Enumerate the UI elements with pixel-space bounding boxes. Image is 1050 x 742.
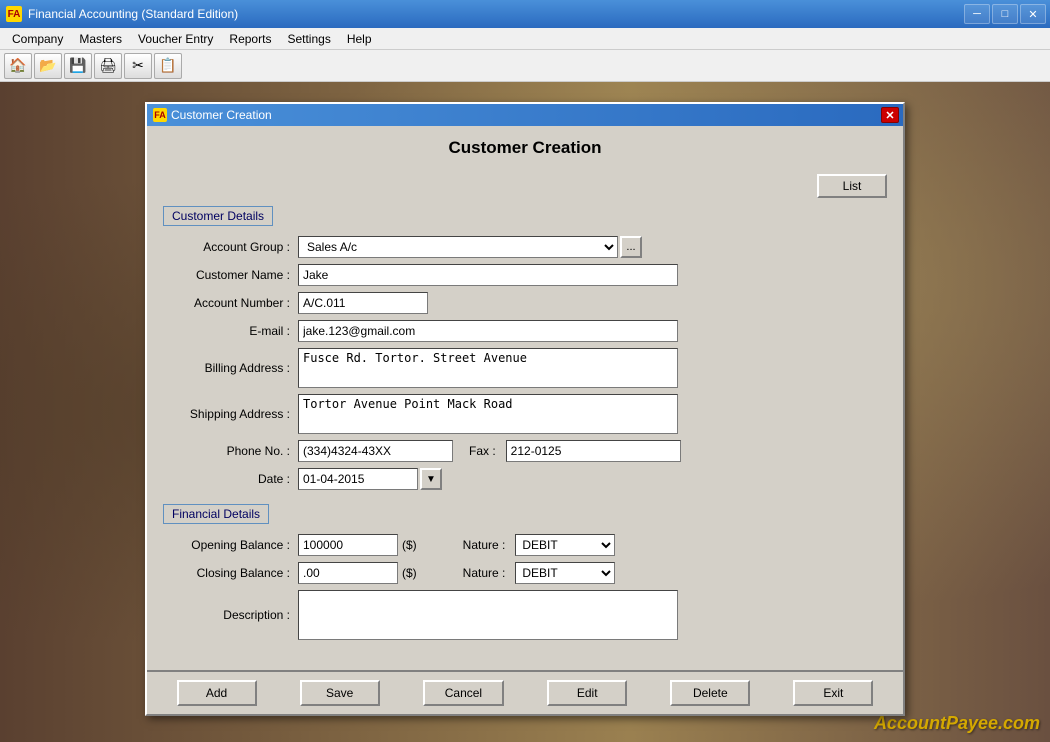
billing-address-input[interactable]: Fusce Rd. Tortor. Street Avenue <box>298 348 678 388</box>
app-title: Financial Accounting (Standard Edition) <box>28 7 238 21</box>
closing-balance-label: Closing Balance : <box>163 566 298 580</box>
add-button[interactable]: Add <box>177 680 257 706</box>
opening-nature-select[interactable]: DEBIT CREDIT <box>515 534 615 556</box>
customer-name-label: Customer Name : <box>163 268 298 282</box>
delete-button[interactable]: Delete <box>670 680 750 706</box>
opening-balance-input[interactable] <box>298 534 398 556</box>
toolbar-print-button[interactable]: 🖨 <box>94 53 122 79</box>
account-group-label: Account Group : <box>163 240 298 254</box>
title-bar: FA Financial Accounting (Standard Editio… <box>0 0 1050 28</box>
app-window: FA Financial Accounting (Standard Editio… <box>0 0 1050 742</box>
app-close-button[interactable]: ✕ <box>1020 4 1046 24</box>
closing-dollar-sign: ($) <box>402 566 417 580</box>
title-bar-controls: ─ □ ✕ <box>964 4 1046 24</box>
customer-details-section: Customer Details Account Group : Sales A… <box>163 206 887 490</box>
toolbar-save-button[interactable]: 💾 <box>64 53 92 79</box>
customer-name-input[interactable] <box>298 264 678 286</box>
exit-button[interactable]: Exit <box>793 680 873 706</box>
closing-nature-label: Nature : <box>463 566 506 580</box>
description-input[interactable] <box>298 590 678 640</box>
phone-input[interactable] <box>298 440 453 462</box>
account-group-select[interactable]: Sales A/c Purchase A/c Cash A/c <box>298 236 618 258</box>
phone-fax-row: Phone No. : Fax : <box>163 440 887 462</box>
app-icon: FA <box>6 6 22 22</box>
dialog-title-text: Customer Creation <box>171 108 272 122</box>
toolbar-cut-button[interactable]: ✂ <box>124 53 152 79</box>
date-input[interactable] <box>298 468 418 490</box>
closing-balance-input[interactable] <box>298 562 398 584</box>
save-button[interactable]: Save <box>300 680 380 706</box>
account-number-input[interactable] <box>298 292 428 314</box>
account-number-label: Account Number : <box>163 296 298 310</box>
minimize-button[interactable]: ─ <box>964 4 990 24</box>
billing-address-label: Billing Address : <box>163 361 298 375</box>
opening-balance-row: Opening Balance : ($) Nature : DEBIT CRE… <box>163 534 887 556</box>
menu-company[interactable]: Company <box>4 30 71 48</box>
fax-label: Fax : <box>469 444 496 458</box>
opening-balance-wrapper: ($) Nature : DEBIT CREDIT <box>298 534 615 556</box>
maximize-button[interactable]: □ <box>992 4 1018 24</box>
date-wrapper: ▼ <box>298 468 442 490</box>
email-input[interactable] <box>298 320 678 342</box>
closing-balance-row: Closing Balance : ($) Nature : DEBIT CRE… <box>163 562 887 584</box>
dialog-close-button[interactable]: ✕ <box>881 107 899 123</box>
dialog-body: Customer Creation List Customer Details … <box>147 126 903 670</box>
closing-nature-select[interactable]: DEBIT CREDIT <box>515 562 615 584</box>
date-row: Date : ▼ <box>163 468 887 490</box>
menu-settings[interactable]: Settings <box>279 30 338 48</box>
edit-button[interactable]: Edit <box>547 680 627 706</box>
closing-balance-wrapper: ($) Nature : DEBIT CREDIT <box>298 562 615 584</box>
dialog-overlay: FA Customer Creation ✕ Customer Creation… <box>0 82 1050 742</box>
main-area: FA Customer Creation ✕ Customer Creation… <box>0 82 1050 742</box>
financial-details-section: Financial Details Opening Balance : ($) … <box>163 504 887 640</box>
menu-reports[interactable]: Reports <box>221 30 279 48</box>
title-bar-left: FA Financial Accounting (Standard Editio… <box>6 6 238 22</box>
menu-voucher-entry[interactable]: Voucher Entry <box>130 30 221 48</box>
phone-fax-wrapper: Fax : <box>298 440 681 462</box>
dialog-title-bar: FA Customer Creation ✕ <box>147 104 903 126</box>
dialog-title-left: FA Customer Creation <box>153 108 272 122</box>
menu-bar: Company Masters Voucher Entry Reports Se… <box>0 28 1050 50</box>
opening-nature-label: Nature : <box>463 538 506 552</box>
date-label: Date : <box>163 472 298 486</box>
dialog-app-icon: FA <box>153 108 167 122</box>
date-picker-button[interactable]: ▼ <box>420 468 442 490</box>
account-group-select-wrapper: Sales A/c Purchase A/c Cash A/c ... <box>298 236 642 258</box>
description-row: Description : <box>163 590 887 640</box>
opening-nature-wrapper: Nature : DEBIT CREDIT <box>423 534 616 556</box>
phone-label: Phone No. : <box>163 444 298 458</box>
menu-help[interactable]: Help <box>339 30 380 48</box>
opening-balance-label: Opening Balance : <box>163 538 298 552</box>
list-button[interactable]: List <box>817 174 887 198</box>
list-btn-row: List <box>163 174 887 198</box>
shipping-address-label: Shipping Address : <box>163 407 298 421</box>
account-group-row: Account Group : Sales A/c Purchase A/c C… <box>163 236 887 258</box>
account-group-browse-button[interactable]: ... <box>620 236 642 258</box>
dialog-footer: Add Save Cancel Edit Delete Exit <box>147 670 903 714</box>
toolbar-paste-button[interactable]: 📋 <box>154 53 182 79</box>
toolbar: 🏠 📂 💾 🖨 ✂ 📋 <box>0 50 1050 82</box>
account-number-row: Account Number : <box>163 292 887 314</box>
toolbar-home-button[interactable]: 🏠 <box>4 53 32 79</box>
email-row: E-mail : <box>163 320 887 342</box>
shipping-address-row: Shipping Address : Tortor Avenue Point M… <box>163 394 887 434</box>
customer-name-row: Customer Name : <box>163 264 887 286</box>
opening-dollar-sign: ($) <box>402 538 417 552</box>
cancel-button[interactable]: Cancel <box>423 680 504 706</box>
customer-creation-dialog: FA Customer Creation ✕ Customer Creation… <box>145 102 905 716</box>
customer-details-label: Customer Details <box>163 206 273 226</box>
email-label: E-mail : <box>163 324 298 338</box>
menu-masters[interactable]: Masters <box>71 30 130 48</box>
closing-nature-wrapper: Nature : DEBIT CREDIT <box>423 562 616 584</box>
description-label: Description : <box>163 608 298 622</box>
dialog-heading: Customer Creation <box>163 138 887 158</box>
financial-details-label: Financial Details <box>163 504 269 524</box>
toolbar-open-button[interactable]: 📂 <box>34 53 62 79</box>
shipping-address-input[interactable]: Tortor Avenue Point Mack Road <box>298 394 678 434</box>
fax-input[interactable] <box>506 440 681 462</box>
billing-address-row: Billing Address : Fusce Rd. Tortor. Stre… <box>163 348 887 388</box>
